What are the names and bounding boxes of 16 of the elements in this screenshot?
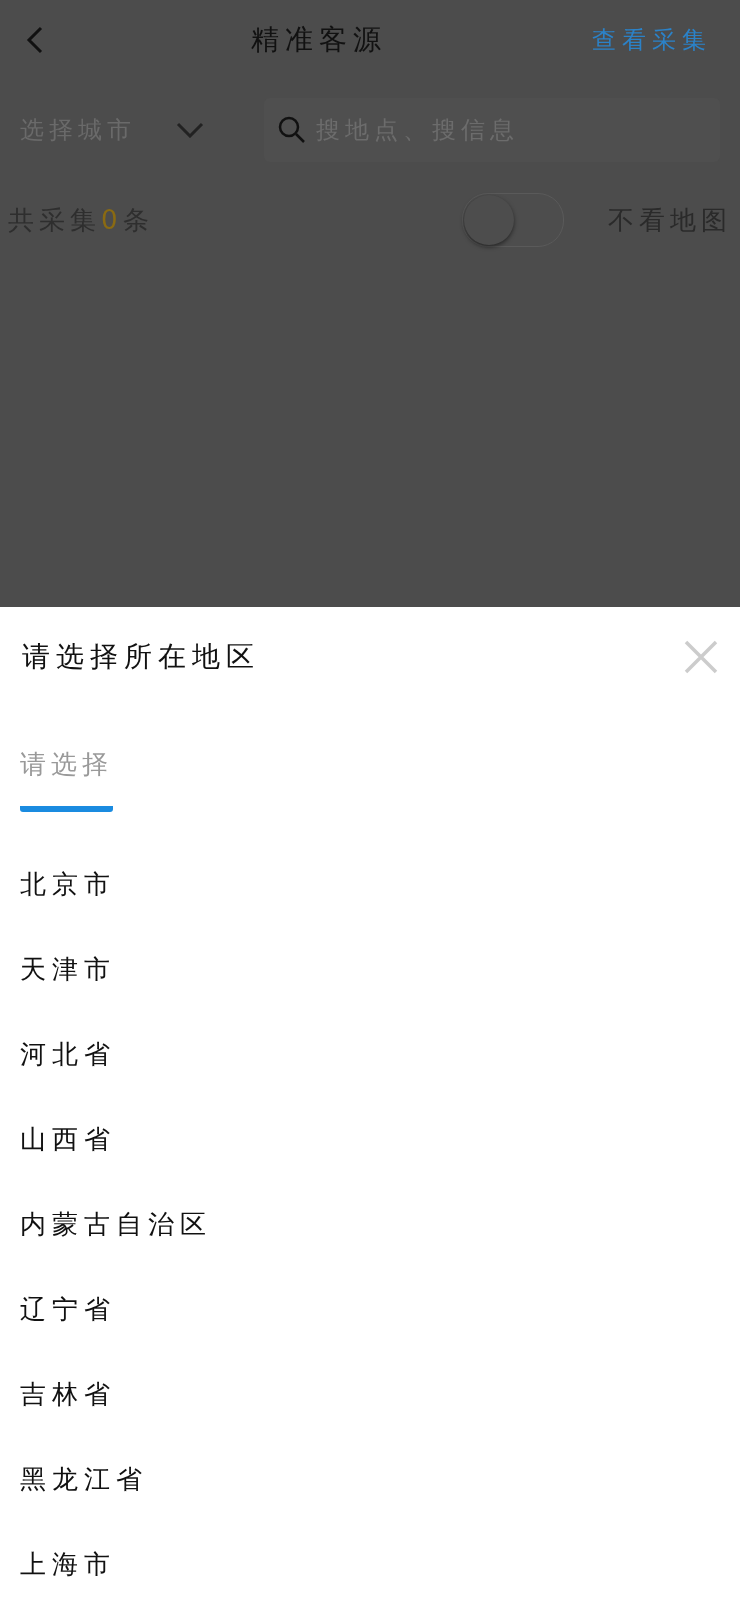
region-item[interactable]: 吉林省 (0, 1352, 740, 1437)
chevron-down-icon (176, 122, 204, 138)
close-icon (684, 640, 718, 674)
count-value: 0 (101, 205, 118, 235)
sheet-title: 请选择所在地区 (22, 639, 260, 675)
page-title: 精准客源 (251, 22, 387, 58)
region-item[interactable]: 河北省 (0, 1012, 740, 1097)
region-item[interactable]: 北京市 (0, 842, 740, 927)
region-item[interactable]: 上海市 (0, 1522, 740, 1607)
region-item[interactable]: 天津市 (0, 927, 740, 1012)
region-item[interactable]: 内蒙古自治区 (0, 1182, 740, 1267)
region-item[interactable]: 黑龙江省 (0, 1437, 740, 1522)
region-item[interactable]: 辽宁省 (0, 1267, 740, 1352)
close-button[interactable] (684, 640, 718, 674)
map-toggle[interactable] (462, 193, 564, 247)
region-item[interactable]: 山西省 (0, 1097, 740, 1182)
